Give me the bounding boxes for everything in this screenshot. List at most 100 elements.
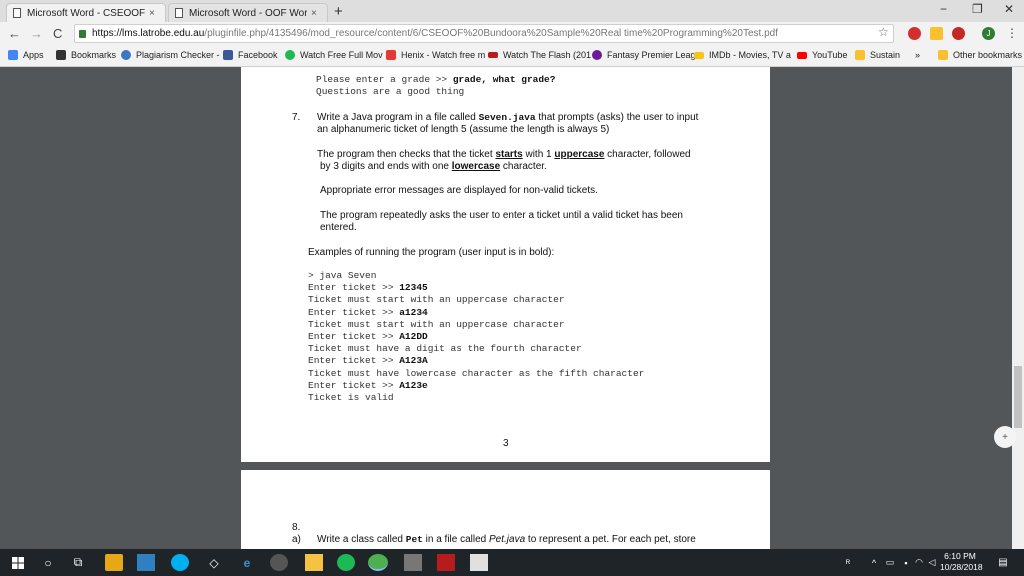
clock-date: 10/28/2018 — [940, 562, 983, 572]
windows-start-icon[interactable] — [10, 554, 26, 571]
vscode-icon[interactable]: ◇ — [205, 554, 223, 571]
console-line: Ticket must have lowercase character as … — [308, 367, 645, 379]
star-icon — [56, 50, 66, 60]
bookmark-bookmarks[interactable]: Bookmarks — [56, 50, 116, 60]
clock-time: 6:10 PM — [944, 551, 976, 561]
bookmark-apps[interactable]: Apps — [8, 50, 44, 60]
profile-avatar[interactable]: J — [982, 27, 995, 40]
close-window-button[interactable]: ✕ — [1004, 2, 1014, 16]
folder-icon — [855, 50, 865, 60]
play-icon — [285, 50, 295, 60]
examples-heading: Examples of running the program (user in… — [308, 247, 555, 258]
bookmark-imdb[interactable]: IMDb - Movies, TV a — [694, 50, 791, 60]
url-path: /pluginfile.php/4135496/mod_resource/con… — [204, 28, 778, 39]
document-icon — [13, 8, 21, 18]
scrollbar-thumb[interactable] — [1014, 366, 1022, 428]
cortana-icon[interactable]: ○ — [40, 554, 56, 571]
prev-example-line: Please enter a grade >> grade, what grad… — [316, 74, 556, 85]
pdf-page: 8. a) Write a class called Pet in a file… — [241, 470, 770, 549]
task-view-icon[interactable]: ⧉ — [70, 554, 86, 571]
apps-icon — [8, 50, 18, 60]
extension-yellow-icon[interactable] — [930, 27, 943, 40]
menu-icon[interactable]: ⋮ — [1006, 26, 1018, 40]
console-line: Enter ticket >> 12345 — [308, 282, 428, 294]
henix-icon — [386, 50, 396, 60]
youtube-icon — [797, 51, 807, 59]
console-line: Ticket must start with an uppercase char… — [308, 294, 565, 306]
bookmarks-overflow-button[interactable]: » — [915, 50, 920, 60]
volume-icon[interactable]: ◁ — [926, 554, 938, 571]
store-icon[interactable] — [105, 554, 123, 571]
repeat-text-line: The program repeatedly asks the user to … — [320, 210, 683, 221]
bookmark-henix[interactable]: Henix - Watch free m — [386, 50, 485, 60]
close-icon[interactable]: × — [149, 8, 155, 19]
extension-red-icon[interactable] — [908, 27, 921, 40]
new-tab-button[interactable]: + — [334, 3, 343, 20]
minimize-button[interactable]: − — [940, 2, 947, 16]
skype-icon[interactable] — [171, 554, 189, 571]
question-number: 7. — [292, 112, 301, 123]
app-icon[interactable] — [437, 554, 455, 571]
restore-button[interactable]: ❐ — [972, 2, 983, 16]
bookmark-fantasy-premier[interactable]: Fantasy Premier Leag — [592, 50, 696, 60]
people-icon[interactable]: ᴿ — [840, 554, 856, 571]
extension-adblock-icon[interactable] — [952, 27, 965, 40]
q7-text-line: an alphanumeric ticket of length 5 (assu… — [317, 124, 610, 135]
console-line: Enter ticket >> A12DD — [308, 331, 428, 342]
page-number: 3 — [503, 438, 509, 449]
question-number: 8. — [292, 522, 301, 533]
imdb-icon — [694, 51, 704, 59]
vertical-scrollbar[interactable] — [1012, 67, 1024, 549]
close-icon[interactable]: × — [311, 8, 317, 19]
premier-league-icon — [592, 50, 602, 60]
battery-icon[interactable]: ▭ — [884, 554, 896, 571]
tab-word-oof[interactable]: Microsoft Word - OOF Workshop × — [168, 3, 328, 22]
bookmark-watch-free[interactable]: Watch Free Full Mov — [285, 50, 383, 60]
bookmark-the-flash[interactable]: Watch The Flash (201 — [488, 50, 591, 60]
plagiarism-icon — [121, 50, 131, 60]
bookmark-star-icon[interactable]: ☆ — [878, 25, 889, 39]
facebook-icon — [223, 50, 233, 60]
notifications-icon[interactable]: ▤ — [996, 554, 1010, 571]
edge-icon[interactable]: e — [238, 554, 256, 571]
chevron-up-icon[interactable]: ^ — [868, 554, 880, 571]
file-explorer-icon[interactable] — [305, 554, 323, 571]
bookmarks-bar: Apps Bookmarks Plagiarism Checker - Face… — [0, 46, 1024, 67]
folder-icon — [938, 50, 948, 60]
console-line: > java Seven — [308, 270, 377, 281]
console-line: Ticket must start with an uppercase char… — [308, 318, 565, 330]
app-icon[interactable] — [137, 554, 155, 571]
prev-example-line: Questions are a good thing — [316, 86, 465, 97]
back-button[interactable]: ← — [8, 26, 21, 41]
app-icon[interactable] — [270, 554, 288, 571]
address-bar[interactable]: https://lms.latrobe.edu.au/pluginfile.ph… — [74, 24, 894, 43]
chrome-icon[interactable] — [368, 554, 388, 571]
bookmark-plagiarism-checker[interactable]: Plagiarism Checker - — [121, 50, 220, 60]
tab-word-cseoof[interactable]: Microsoft Word - CSEOOF Bundo × — [6, 3, 166, 22]
flash-icon — [488, 52, 498, 58]
app-icon[interactable] — [470, 554, 488, 571]
spotify-icon[interactable] — [337, 554, 355, 571]
reload-button[interactable]: C — [53, 26, 62, 41]
url-host: https://lms.latrobe.edu.au — [92, 28, 205, 39]
sub-question-label: a) — [292, 534, 301, 545]
check-text-line: The program then checks that the ticket … — [317, 149, 691, 160]
forward-button[interactable]: → — [30, 26, 43, 41]
tab-title: Microsoft Word - CSEOOF Bundo — [27, 7, 145, 19]
bookmark-sustain[interactable]: Sustain — [855, 50, 900, 60]
user-input: A123e — [399, 379, 428, 391]
console-line: Enter ticket >> a1234 — [308, 306, 428, 318]
document-icon — [175, 8, 183, 18]
taskbar-clock[interactable]: 6:10 PM 10/28/2018 — [940, 551, 983, 573]
wifi-icon[interactable]: ◠ — [913, 554, 925, 571]
monitor-icon[interactable]: ▪ — [900, 554, 912, 571]
bookmark-facebook[interactable]: Facebook — [223, 50, 278, 60]
other-bookmarks[interactable]: Other bookmarks — [938, 50, 1022, 60]
zoom-fit-button[interactable]: + — [994, 426, 1016, 448]
console-line: Enter ticket >> A123A — [308, 355, 428, 367]
errors-text: Appropriate error messages are displayed… — [320, 185, 598, 196]
mail-icon[interactable] — [404, 554, 422, 571]
user-input: A123A — [399, 355, 428, 367]
windows-taskbar: ○ ⧉ ◇ e ᴿ ^ ▭ ▪ ◠ ◁ ▤ — [0, 549, 1024, 576]
bookmark-youtube[interactable]: YouTube — [797, 50, 847, 60]
